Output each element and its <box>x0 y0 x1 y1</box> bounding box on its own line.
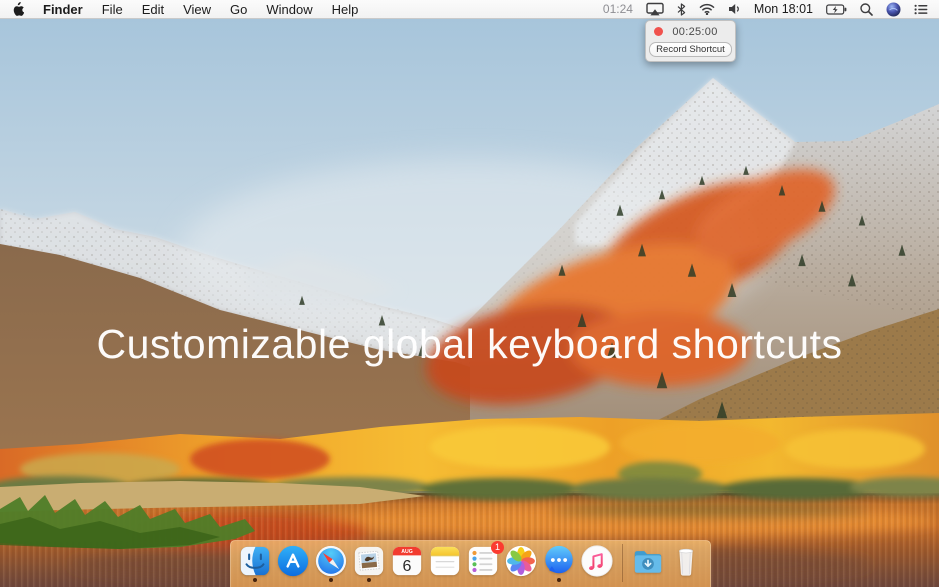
menu-bar-clock[interactable]: Mon 18:01 <box>754 2 813 16</box>
hero-caption: Customizable global keyboard shortcuts <box>96 321 843 367</box>
dock-item-downloads-folder[interactable] <box>631 544 665 582</box>
menu-window[interactable]: Window <box>266 0 312 19</box>
menu-view[interactable]: View <box>183 0 211 19</box>
running-indicator <box>329 577 333 582</box>
menu-bar: Finder File Edit View Go Window Help 01:… <box>0 0 939 19</box>
dock-item-safari[interactable] <box>314 544 348 582</box>
battery-charging-icon[interactable] <box>826 0 847 19</box>
dock-item-itunes[interactable] <box>580 544 614 582</box>
timer-menu-extra[interactable]: 01:24 <box>603 2 633 16</box>
reminders-badge: 1 <box>491 540 504 554</box>
dock-item-mail[interactable] <box>352 544 386 582</box>
dock-item-notes[interactable] <box>428 544 462 582</box>
menu-bar-left: Finder File Edit View Go Window Help <box>11 0 358 18</box>
wallpaper-high-sierra <box>0 19 939 587</box>
dock-divider <box>622 543 623 582</box>
desktop-screen: Customizable global keyboard shortcuts F… <box>0 0 939 587</box>
dock-item-app-store[interactable] <box>276 544 310 582</box>
bluetooth-icon[interactable] <box>677 0 686 19</box>
menu-help[interactable]: Help <box>332 0 359 19</box>
menu-bar-status: 01:24 Mon 18:01 <box>603 0 928 18</box>
spotlight-search-icon[interactable] <box>860 0 873 19</box>
timer-row: 00:25:00 <box>649 24 732 39</box>
menu-edit[interactable]: Edit <box>142 0 164 19</box>
dock: AUG 6 1 <box>230 540 711 587</box>
menu-go[interactable]: Go <box>230 0 247 19</box>
dock-item-trash[interactable] <box>669 544 703 582</box>
menu-finder[interactable]: Finder <box>43 0 83 19</box>
timer-popover: 00:25:00 Record Shortcut <box>645 20 736 62</box>
menu-file[interactable]: File <box>102 0 123 19</box>
notification-center-icon[interactable] <box>914 0 928 19</box>
screen-mirroring-icon[interactable] <box>646 0 664 19</box>
calendar-month-label: AUG <box>401 549 413 555</box>
running-indicator <box>557 577 561 582</box>
dock-item-finder[interactable] <box>238 544 272 582</box>
dock-item-calendar[interactable]: AUG 6 <box>390 544 424 582</box>
wifi-icon[interactable] <box>699 0 715 19</box>
dock-item-photos[interactable] <box>504 544 538 582</box>
dock-item-reminders[interactable]: 1 <box>466 540 504 582</box>
volume-icon[interactable] <box>728 0 741 19</box>
calendar-day-label: 6 <box>403 556 412 574</box>
record-indicator-icon <box>654 27 663 36</box>
apple-menu-icon[interactable] <box>11 0 24 19</box>
running-indicator <box>253 577 257 582</box>
running-indicator <box>367 577 371 582</box>
siri-icon[interactable] <box>886 0 901 19</box>
record-shortcut-button[interactable]: Record Shortcut <box>649 42 732 57</box>
dock-item-messages[interactable] <box>542 544 576 582</box>
timer-value: 00:25:00 <box>672 25 718 38</box>
